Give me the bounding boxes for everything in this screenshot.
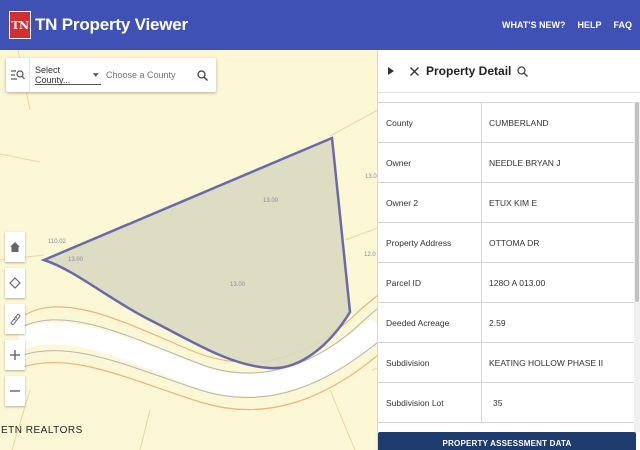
search-toggle-button[interactable]	[6, 58, 30, 92]
close-panel-button[interactable]	[408, 66, 420, 76]
plus-icon	[10, 350, 20, 360]
detail-value: OTTOMA DR	[489, 237, 540, 248]
detail-label: Property Address	[378, 223, 482, 262]
property-assessment-button[interactable]: PROPERTY ASSESSMENT DATA	[378, 432, 636, 450]
nav-faq[interactable]: FAQ	[613, 20, 632, 30]
measure-button[interactable]	[5, 304, 25, 334]
panel-scrollbar[interactable]	[634, 102, 640, 432]
parcel-label: 13.00	[263, 198, 279, 204]
ruler-icon	[10, 313, 21, 325]
detail-value: CUMBERLAND	[489, 117, 549, 128]
detail-value: 2.59	[489, 317, 506, 328]
search-icon	[517, 65, 529, 77]
parcel-label: 12.0	[364, 252, 376, 258]
detail-value: KEATING HOLLOW PHASE II	[489, 357, 604, 368]
top-nav: WHAT'S NEW? HELP FAQ	[490, 0, 632, 50]
detail-label: Subdivision Lot	[378, 383, 482, 422]
parcel-line	[139, 409, 151, 450]
detail-row-county: County CUMBERLAND	[378, 103, 635, 143]
detail-row-property-address: Property Address OTTOMA DR	[378, 223, 635, 263]
list-search-icon	[10, 70, 25, 80]
detail-label: Subdivision	[378, 343, 482, 382]
panel-search-button[interactable]	[517, 65, 529, 77]
home-icon	[10, 242, 20, 252]
parcel-label: 13.0	[365, 174, 377, 180]
detail-label: Owner 2	[378, 183, 482, 222]
detail-table: County CUMBERLAND Owner NEEDLE BRYAN J O…	[378, 102, 635, 423]
detail-value: NEEDLE BRYAN J	[489, 157, 561, 168]
app-title: TN Property Viewer	[35, 15, 188, 34]
panel-title: Property Detail	[426, 64, 512, 78]
zoom-out-button[interactable]	[5, 376, 25, 406]
parcel-line	[329, 109, 378, 137]
home-button[interactable]	[5, 232, 25, 262]
county-select[interactable]: Select County...	[35, 65, 101, 85]
nav-whats-new[interactable]: WHAT'S NEW?	[502, 20, 565, 30]
county-search-box: Select County...	[6, 58, 216, 92]
county-input[interactable]	[106, 70, 188, 80]
zoom-in-button[interactable]	[5, 340, 25, 370]
scrollbar-thumb[interactable]	[635, 102, 639, 302]
detail-value: ETUX KIM E	[489, 197, 538, 208]
locate-button[interactable]	[5, 268, 25, 298]
detail-row-subdivision: Subdivision KEATING HOLLOW PHASE II	[378, 343, 635, 383]
map-tools	[5, 232, 25, 412]
property-detail-panel: Property Detail County CUMBERLAND Owner …	[377, 50, 640, 450]
parcel-line	[329, 389, 356, 450]
locate-icon	[9, 277, 21, 289]
parcel-label: 13.00	[230, 282, 246, 288]
detail-row-owner-2: Owner 2 ETUX KIM E	[378, 183, 635, 223]
parcel-line	[0, 153, 41, 163]
detail-row-subdivision-lot: Subdivision Lot 35	[378, 383, 635, 423]
detail-label: County	[378, 103, 482, 142]
tn-logo[interactable]: TN	[9, 11, 31, 39]
panel-header: Property Detail	[378, 50, 640, 93]
parcel-label: 13.00	[68, 257, 84, 263]
detail-value: 35	[493, 397, 503, 408]
detail-label: Owner	[378, 143, 482, 182]
dropdown-arrow-icon	[93, 72, 99, 77]
parcel-line	[344, 227, 378, 241]
close-icon	[409, 66, 419, 76]
minus-icon	[10, 390, 20, 392]
detail-value: 128O A 013.00	[489, 277, 546, 288]
detail-row-owner: Owner NEEDLE BRYAN J	[378, 143, 635, 183]
county-select-label: Select County...	[35, 64, 71, 85]
map-view[interactable]: 13.00 13.00 13.00 110.02 13.0 12.0	[0, 50, 378, 450]
nav-help[interactable]: HELP	[577, 20, 601, 30]
parcel-label: 110.02	[48, 239, 67, 245]
search-icon	[196, 69, 208, 81]
detail-label: Deeded Acreage	[378, 303, 482, 342]
expand-panel-button[interactable]	[386, 67, 396, 75]
map-canvas: 13.00 13.00 13.00 110.02 13.0 12.0	[0, 50, 378, 450]
watermark-text: ETN REALTORS	[1, 425, 83, 436]
app-header: TN TN Property Viewer WHAT'S NEW? HELP F…	[0, 0, 640, 50]
detail-label: Parcel ID	[378, 263, 482, 302]
detail-row-deeded-acreage: Deeded Acreage 2.59	[378, 303, 635, 343]
caret-right-icon	[388, 67, 394, 75]
detail-row-parcel-id: Parcel ID 128O A 013.00	[378, 263, 635, 303]
search-button[interactable]	[194, 65, 210, 85]
